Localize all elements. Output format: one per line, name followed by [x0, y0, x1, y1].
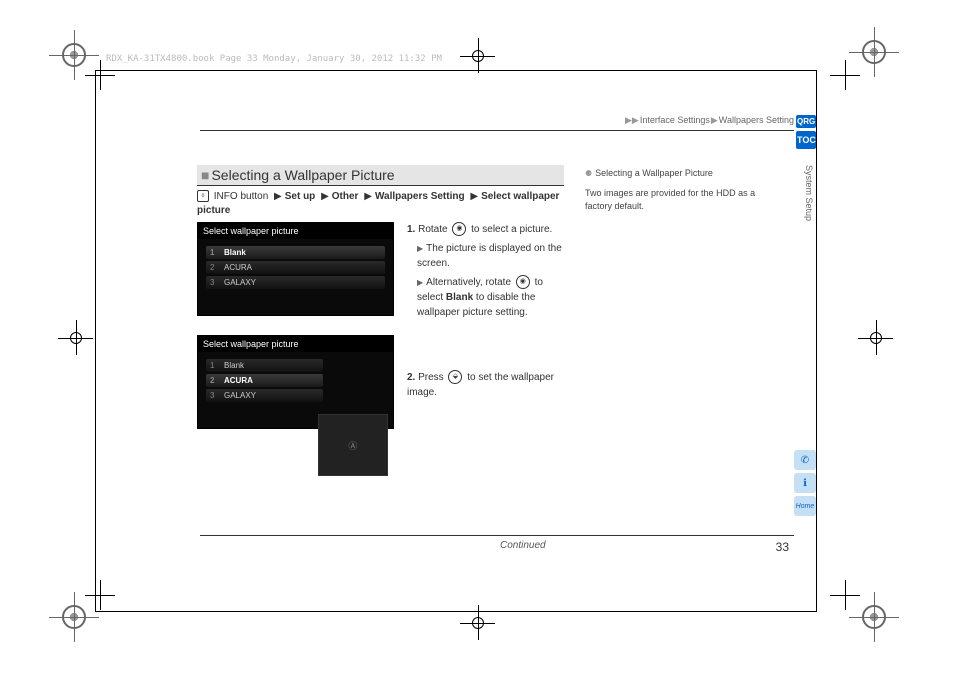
sidebar-note: Selecting a Wallpaper Picture Two images…	[585, 167, 780, 214]
corner-mark	[830, 60, 860, 90]
breadcrumb: ▶▶Interface Settings▶Wallpapers Setting	[624, 115, 794, 126]
crop-mark	[862, 605, 886, 629]
preview-thumbnail: Ⓐ	[318, 414, 388, 476]
divider	[200, 130, 794, 131]
crop-mark	[62, 605, 86, 629]
page-number: 33	[776, 540, 789, 554]
registration-mark	[858, 320, 893, 355]
instruction-steps: 1. Rotate ◉ to select a picture. The pic…	[407, 222, 567, 450]
press-button-icon: ⬙	[448, 370, 462, 384]
rotate-dial-icon: ◉	[516, 275, 530, 289]
registration-mark	[460, 38, 495, 73]
screenshot-1: Select wallpaper picture 1Blank 2ACURA 3…	[197, 222, 394, 316]
crop-mark	[862, 40, 886, 64]
tab-qrg[interactable]: QRG	[796, 115, 816, 128]
screenshot-2: Select wallpaper picture 1Blank 2ACURA 3…	[197, 335, 394, 429]
tab-toc[interactable]: TOC	[796, 131, 816, 149]
side-tabs: QRG TOC	[796, 115, 816, 149]
home-icon[interactable]: Home	[794, 496, 816, 516]
registration-mark	[58, 320, 93, 355]
divider	[200, 535, 794, 536]
info-button-icon: ⬨	[197, 190, 209, 202]
voice-icon[interactable]: ✆	[794, 450, 816, 470]
continued-label: Continued	[500, 540, 546, 551]
corner-mark	[830, 580, 860, 610]
crop-mark	[62, 43, 86, 67]
book-header: RDX_KA-31TX4800.book Page 33 Monday, Jan…	[106, 54, 442, 64]
info-icon[interactable]: ℹ	[794, 473, 816, 493]
rotate-dial-icon: ◉	[452, 222, 466, 236]
section-vertical-label: System Setup	[804, 165, 814, 221]
nav-path: ⬨ INFO button ▶Set up ▶Other ▶Wallpapers…	[197, 190, 567, 218]
section-title: Selecting a Wallpaper Picture	[197, 165, 564, 186]
